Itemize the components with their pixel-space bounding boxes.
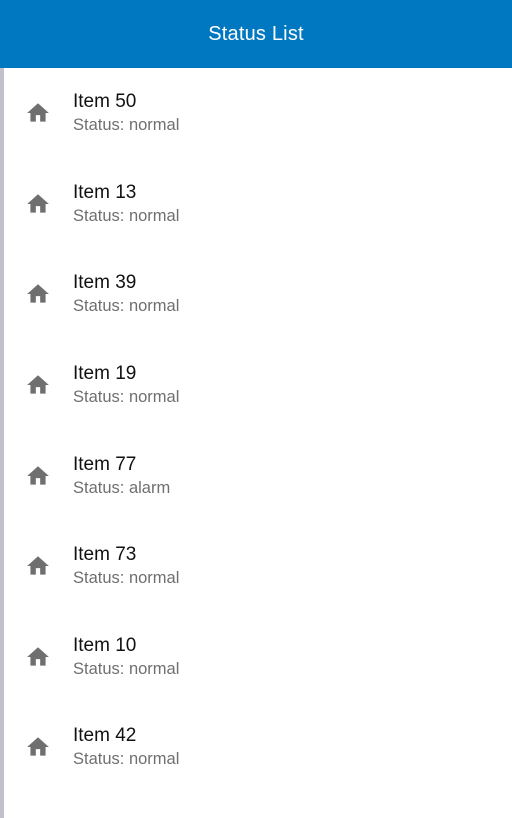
list-item[interactable]: Item 73 Status: normal [0, 521, 512, 612]
list-item-text: Item 42 Status: normal [73, 724, 179, 770]
list-item[interactable]: Item 10 Status: normal [0, 612, 512, 703]
home-icon [25, 191, 51, 217]
list-item-text: Item 10 Status: normal [73, 634, 179, 680]
list-item-title: Item 10 [73, 634, 137, 656]
home-icon [25, 463, 51, 489]
home-icon [25, 372, 51, 398]
list-item-text: Item 39 Status: normal [73, 271, 179, 317]
list-item-status: Status: normal [73, 116, 180, 135]
status-list-content[interactable]: Item 50 Status: normal Item 13 Status: n… [0, 68, 512, 818]
page-title: Status List [208, 22, 304, 45]
list-item-title: Item 39 [73, 272, 137, 294]
list-item[interactable]: Item 13 Status: normal [0, 159, 512, 250]
list-item-status: Status: normal [73, 659, 180, 678]
home-icon [25, 281, 51, 307]
list-item-text: Item 19 Status: normal [73, 362, 179, 408]
list-item-status: Status: normal [73, 569, 180, 588]
list-item-title: Item 77 [73, 453, 137, 475]
list-item[interactable]: Item 77 Status: alarm [0, 430, 512, 521]
home-icon [25, 644, 51, 670]
list-item-text: Item 50 Status: normal [73, 90, 179, 136]
list-item-title: Item 13 [73, 181, 137, 203]
list-item-text: Item 73 Status: normal [73, 543, 179, 589]
list-item-status: Status: normal [73, 388, 180, 407]
list-item-status: Status: normal [73, 297, 180, 316]
status-list[interactable]: Item 50 Status: normal Item 13 Status: n… [0, 68, 512, 793]
list-item-title: Item 73 [73, 544, 137, 566]
list-item[interactable]: Item 19 Status: normal [0, 340, 512, 431]
left-rail [0, 68, 4, 818]
list-item[interactable]: Item 50 Status: normal [0, 68, 512, 159]
list-item[interactable]: Item 39 Status: normal [0, 249, 512, 340]
list-item-text: Item 77 Status: alarm [73, 453, 170, 499]
app-bar: Status List [0, 0, 512, 68]
list-item-title: Item 50 [73, 91, 137, 113]
home-icon [25, 100, 51, 126]
list-item-status: Status: alarm [73, 478, 171, 497]
home-icon [25, 553, 51, 579]
list-item[interactable]: Item 42 Status: normal [0, 702, 512, 793]
list-item-title: Item 42 [73, 725, 137, 747]
list-item-text: Item 13 Status: normal [73, 181, 179, 227]
app-window: Status List Item 50 Status: normal Item … [0, 0, 512, 818]
home-icon [25, 734, 51, 760]
list-item-status: Status: normal [73, 206, 180, 225]
list-item-status: Status: normal [73, 750, 180, 769]
list-item-title: Item 19 [73, 363, 137, 385]
